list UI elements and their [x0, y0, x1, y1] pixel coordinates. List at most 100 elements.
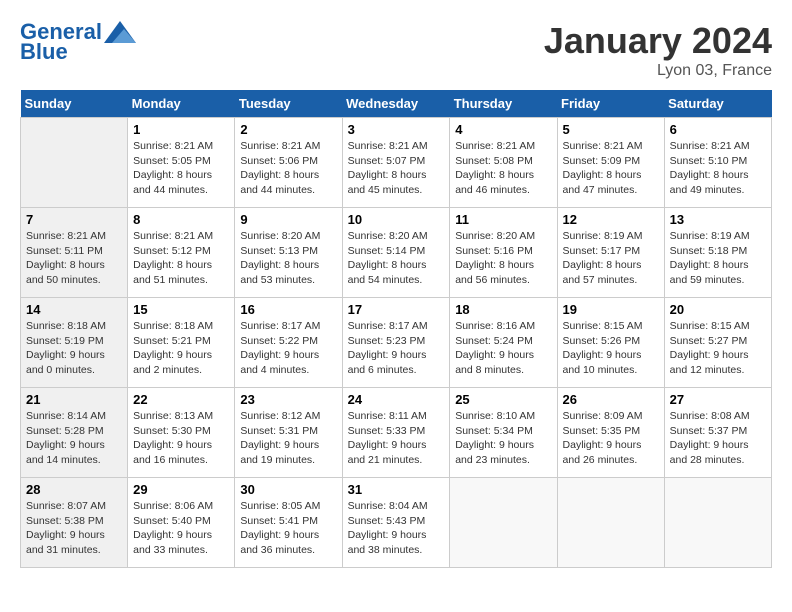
- day-number: 10: [348, 212, 445, 227]
- day-cell: 19Sunrise: 8:15 AMSunset: 5:26 PMDayligh…: [557, 298, 664, 388]
- day-number: 17: [348, 302, 445, 317]
- day-number: 28: [26, 482, 122, 497]
- day-info-line: Sunset: 5:08 PM: [455, 154, 551, 169]
- day-number: 27: [670, 392, 766, 407]
- week-row-1: 1Sunrise: 8:21 AMSunset: 5:05 PMDaylight…: [21, 118, 772, 208]
- day-info-line: Sunset: 5:06 PM: [240, 154, 336, 169]
- logo: General Blue: [20, 20, 136, 64]
- month-title: January 2024: [544, 20, 772, 62]
- day-info-line: Daylight: 9 hours: [455, 348, 551, 363]
- day-cell: [557, 478, 664, 568]
- day-number: 5: [563, 122, 659, 137]
- day-info-line: Daylight: 8 hours: [670, 258, 766, 273]
- day-number: 23: [240, 392, 336, 407]
- weekday-header-saturday: Saturday: [664, 90, 771, 118]
- day-info-line: Sunset: 5:12 PM: [133, 244, 229, 259]
- day-info-line: Daylight: 9 hours: [348, 348, 445, 363]
- day-info-line: and 28 minutes.: [670, 453, 766, 468]
- day-cell: 9Sunrise: 8:20 AMSunset: 5:13 PMDaylight…: [235, 208, 342, 298]
- day-info-line: and 6 minutes.: [348, 363, 445, 378]
- day-info-line: Sunset: 5:09 PM: [563, 154, 659, 169]
- day-cell: 25Sunrise: 8:10 AMSunset: 5:34 PMDayligh…: [450, 388, 557, 478]
- day-number: 3: [348, 122, 445, 137]
- day-info-line: Sunset: 5:24 PM: [455, 334, 551, 349]
- day-number: 9: [240, 212, 336, 227]
- day-info-line: Sunset: 5:28 PM: [26, 424, 122, 439]
- day-cell: 6Sunrise: 8:21 AMSunset: 5:10 PMDaylight…: [664, 118, 771, 208]
- day-number: 30: [240, 482, 336, 497]
- day-info-line: Sunrise: 8:05 AM: [240, 499, 336, 514]
- day-info-line: Sunset: 5:07 PM: [348, 154, 445, 169]
- day-number: 1: [133, 122, 229, 137]
- day-cell: [450, 478, 557, 568]
- day-cell: 5Sunrise: 8:21 AMSunset: 5:09 PMDaylight…: [557, 118, 664, 208]
- day-info-line: Sunset: 5:11 PM: [26, 244, 122, 259]
- day-info-line: Sunrise: 8:21 AM: [133, 229, 229, 244]
- day-info-line: and 0 minutes.: [26, 363, 122, 378]
- day-info-line: and 46 minutes.: [455, 183, 551, 198]
- day-info-line: Daylight: 9 hours: [26, 438, 122, 453]
- day-info-line: Daylight: 8 hours: [348, 258, 445, 273]
- day-cell: 2Sunrise: 8:21 AMSunset: 5:06 PMDaylight…: [235, 118, 342, 208]
- day-info-line: Sunrise: 8:12 AM: [240, 409, 336, 424]
- day-info-line: Sunrise: 8:21 AM: [455, 139, 551, 154]
- day-info-line: and 56 minutes.: [455, 273, 551, 288]
- day-cell: 18 Sunrise: 8:16 AMSunset: 5:24 PMDayligh…: [450, 298, 557, 388]
- day-cell: 7Sunrise: 8:21 AMSunset: 5:11 PMDaylight…: [21, 208, 128, 298]
- day-info-line: Daylight: 8 hours: [563, 168, 659, 183]
- day-info-line: Daylight: 8 hours: [455, 258, 551, 273]
- logo-icon: [104, 21, 136, 43]
- week-row-4: 21Sunrise: 8:14 AMSunset: 5:28 PMDayligh…: [21, 388, 772, 478]
- day-info-line: Daylight: 9 hours: [563, 348, 659, 363]
- day-number: 31: [348, 482, 445, 497]
- week-row-2: 7Sunrise: 8:21 AMSunset: 5:11 PMDaylight…: [21, 208, 772, 298]
- day-info-line: Sunrise: 8:18 AM: [133, 319, 229, 334]
- day-number: 26: [563, 392, 659, 407]
- day-info-line: and 44 minutes.: [240, 183, 336, 198]
- day-info-line: Daylight: 8 hours: [563, 258, 659, 273]
- day-info-line: Daylight: 9 hours: [563, 438, 659, 453]
- day-cell: 23Sunrise: 8:12 AMSunset: 5:31 PMDayligh…: [235, 388, 342, 478]
- day-info-line: Sunrise: 8:16 AM: [455, 319, 551, 334]
- day-cell: 4Sunrise: 8:21 AMSunset: 5:08 PMDaylight…: [450, 118, 557, 208]
- weekday-header-thursday: Thursday: [450, 90, 557, 118]
- weekday-header-wednesday: Wednesday: [342, 90, 450, 118]
- day-number: 6: [670, 122, 766, 137]
- day-number: 25: [455, 392, 551, 407]
- weekday-header-tuesday: Tuesday: [235, 90, 342, 118]
- day-info-line: Sunset: 5:38 PM: [26, 514, 122, 529]
- day-info-line: and 8 minutes.: [455, 363, 551, 378]
- day-cell: 24Sunrise: 8:11 AMSunset: 5:33 PMDayligh…: [342, 388, 450, 478]
- day-cell: 15Sunrise: 8:18 AMSunset: 5:21 PMDayligh…: [128, 298, 235, 388]
- day-info-line: Sunrise: 8:20 AM: [348, 229, 445, 244]
- day-info-line: and 54 minutes.: [348, 273, 445, 288]
- day-info-line: Sunset: 5:31 PM: [240, 424, 336, 439]
- day-info-line: Sunrise: 8:18 AM: [26, 319, 122, 334]
- day-cell: 28Sunrise: 8:07 AMSunset: 5:38 PMDayligh…: [21, 478, 128, 568]
- day-info-line: and 19 minutes.: [240, 453, 336, 468]
- week-row-3: 14Sunrise: 8:18 AMSunset: 5:19 PMDayligh…: [21, 298, 772, 388]
- weekday-header-row: SundayMondayTuesdayWednesdayThursdayFrid…: [21, 90, 772, 118]
- day-info-line: Sunrise: 8:19 AM: [563, 229, 659, 244]
- day-info-line: and 50 minutes.: [26, 273, 122, 288]
- day-cell: 17Sunrise: 8:17 AMSunset: 5:23 PMDayligh…: [342, 298, 450, 388]
- day-info-line: and 10 minutes.: [563, 363, 659, 378]
- day-info-line: and 31 minutes.: [26, 543, 122, 558]
- day-info-line: and 45 minutes.: [348, 183, 445, 198]
- day-info-line: Sunrise: 8:08 AM: [670, 409, 766, 424]
- day-info-line: Sunrise: 8:21 AM: [133, 139, 229, 154]
- day-info-line: and 44 minutes.: [133, 183, 229, 198]
- day-info-line: and 38 minutes.: [348, 543, 445, 558]
- day-number: 18: [455, 302, 551, 317]
- day-info-line: Sunrise: 8:20 AM: [240, 229, 336, 244]
- day-info-line: Daylight: 9 hours: [26, 348, 122, 363]
- day-info-line: Sunrise: 8:06 AM: [133, 499, 229, 514]
- day-info-line: Daylight: 8 hours: [26, 258, 122, 273]
- day-cell: 21Sunrise: 8:14 AMSunset: 5:28 PMDayligh…: [21, 388, 128, 478]
- day-info-line: and 57 minutes.: [563, 273, 659, 288]
- weekday-header-monday: Monday: [128, 90, 235, 118]
- week-row-5: 28Sunrise: 8:07 AMSunset: 5:38 PMDayligh…: [21, 478, 772, 568]
- day-info-line: and 21 minutes.: [348, 453, 445, 468]
- day-info-line: Sunset: 5:18 PM: [670, 244, 766, 259]
- day-cell: 8Sunrise: 8:21 AMSunset: 5:12 PMDaylight…: [128, 208, 235, 298]
